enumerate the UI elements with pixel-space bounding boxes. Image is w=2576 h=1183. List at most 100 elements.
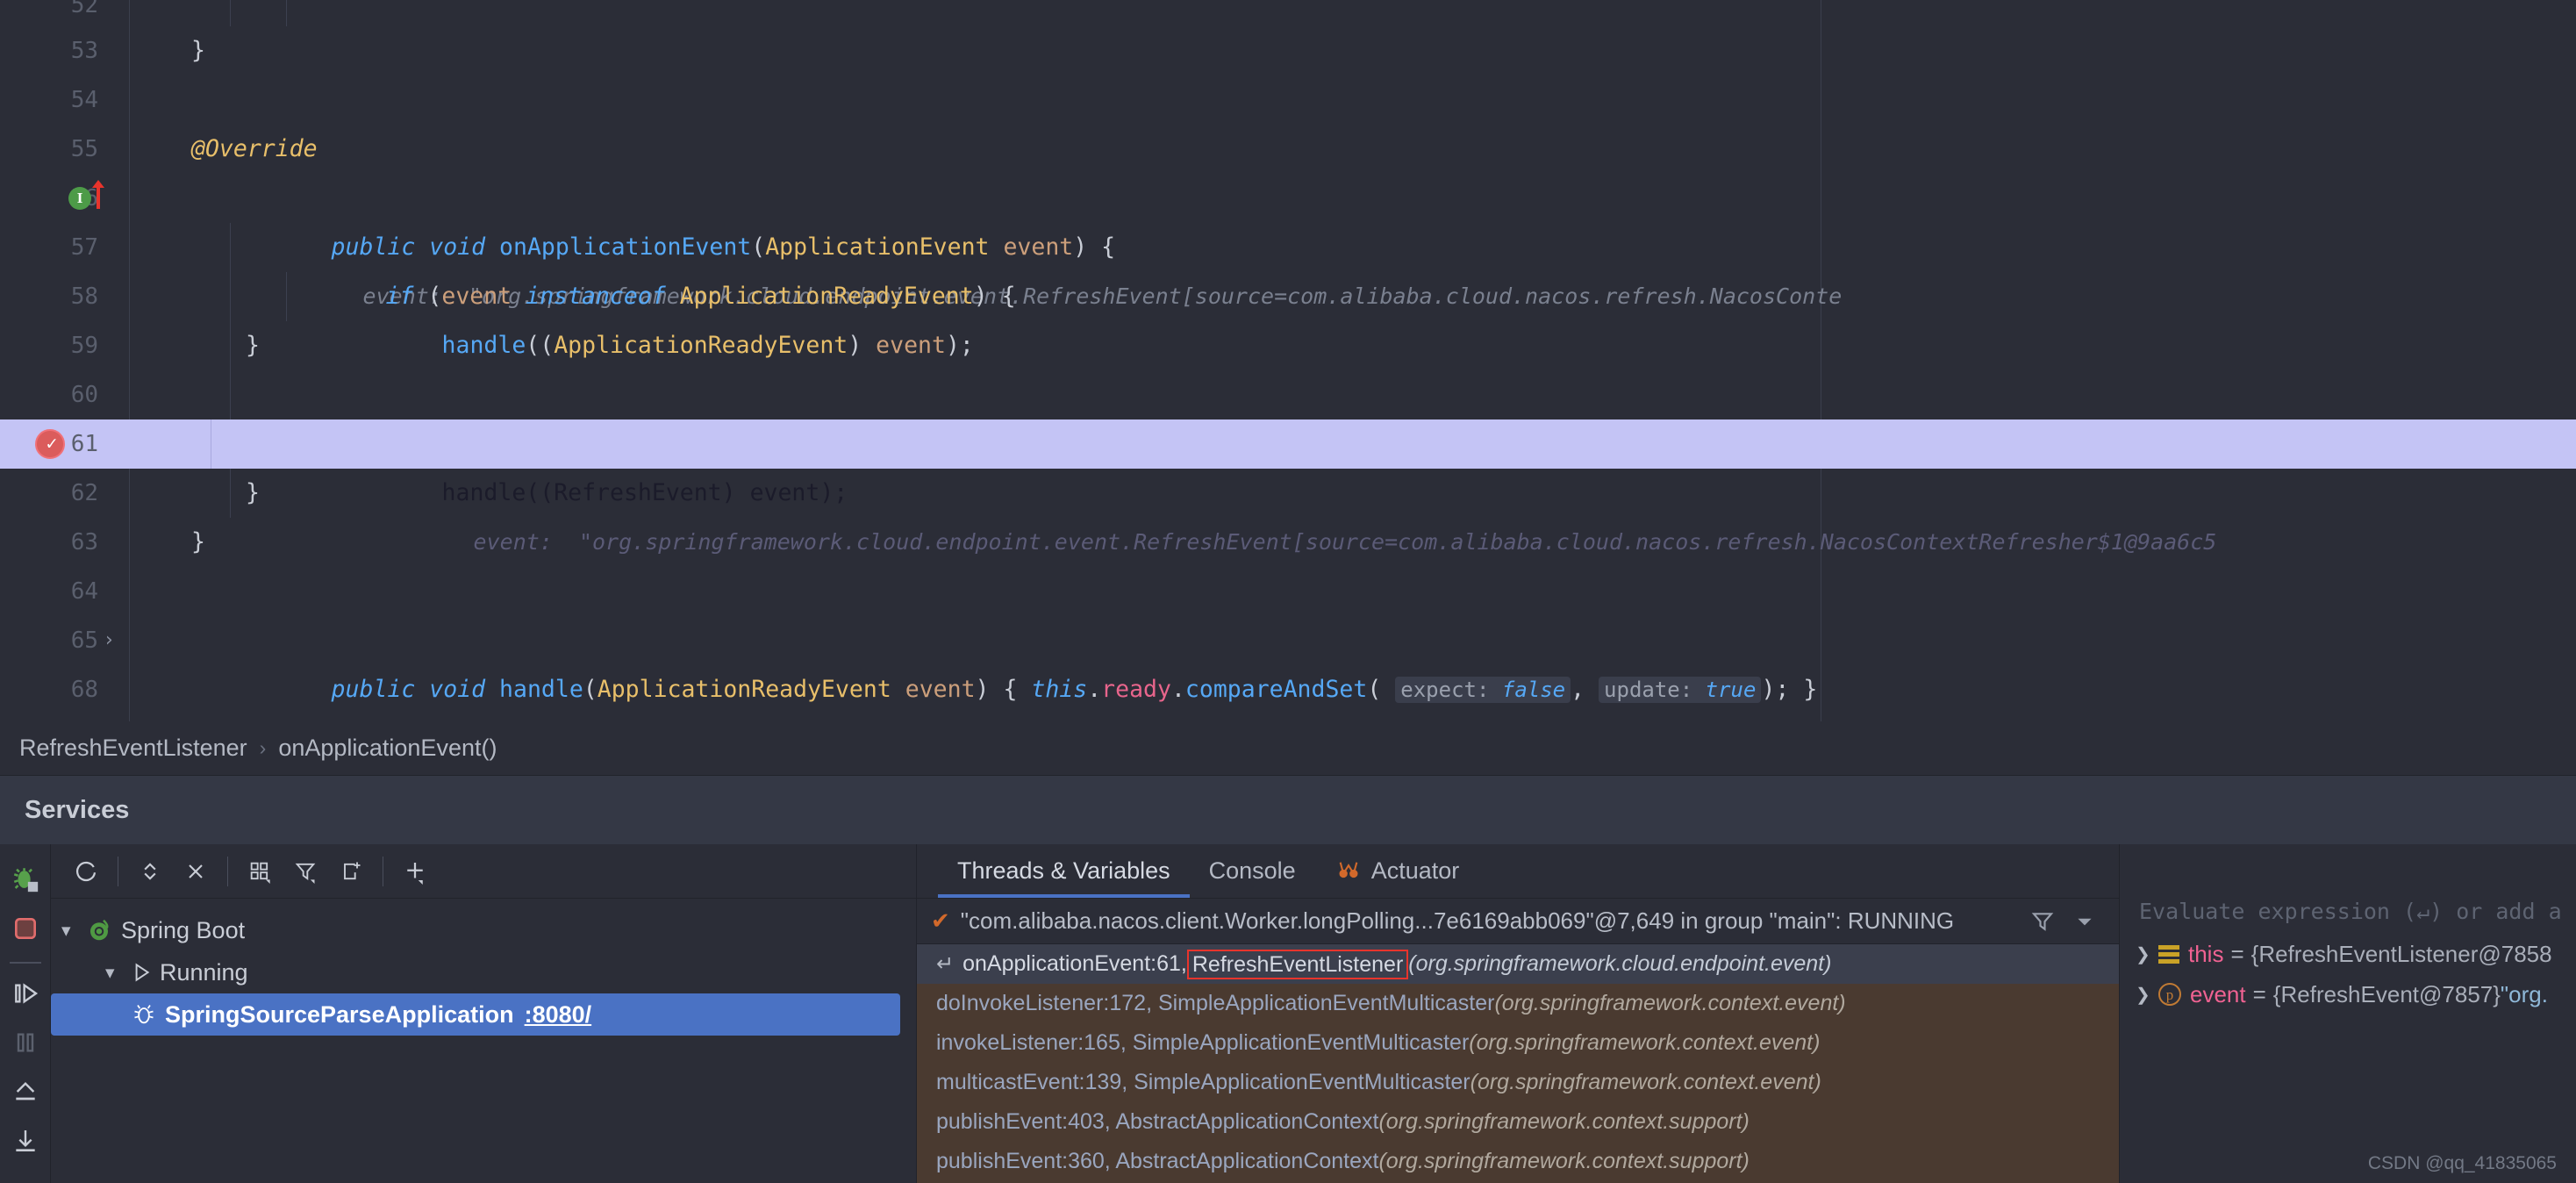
breadcrumb-class[interactable]: RefreshEventListener [19, 735, 247, 762]
line-number: 68 [70, 677, 98, 703]
call-stack-frames-list[interactable]: ↵ onApplicationEvent:61, RefreshEventLis… [917, 944, 2119, 1183]
step-out-icon[interactable] [4, 1069, 47, 1115]
rail-divider [9, 962, 41, 964]
code-line-62[interactable]: 62 } [0, 469, 2576, 518]
add-icon[interactable] [392, 850, 438, 893]
thread-selector-value: "com.alibaba.nacos.client.Worker.longPol… [960, 907, 1955, 934]
variable-row-this[interactable]: ❯ this = {RefreshEventListener@7858 [2120, 934, 2576, 974]
debug-toolbar-rail[interactable] [0, 844, 51, 1183]
code-line-64[interactable]: 64 [0, 567, 2576, 616]
code-line-53[interactable]: 53 } [0, 26, 2576, 75]
frame-package: (org.springframework.context.support) [1378, 1109, 1750, 1134]
tab-actuator[interactable]: Actuator [1315, 843, 1479, 898]
variable-equals: = [2252, 980, 2266, 1007]
code-lines: 52 || RefreshEvent.class.isAssignableFro… [0, 0, 2576, 714]
frame-package: (org.springframework.context.event) [1470, 1070, 1821, 1094]
expand-collapse-icon[interactable] [127, 850, 173, 893]
code-line-57[interactable]: 57 if (event instanceof ApplicationReady… [0, 223, 2576, 310]
variable-string-value: "org. [2500, 980, 2548, 1007]
tree-item-spring-boot[interactable]: ▾ Spring Boot [51, 909, 916, 951]
tab-console[interactable]: Console [1190, 843, 1315, 898]
code-line-61-current[interactable]: 61 handle((RefreshEvent) event); event: … [0, 419, 2576, 555]
toolbar-divider [227, 856, 228, 886]
step-into-icon[interactable] [4, 1118, 47, 1164]
code-line-60[interactable]: 60 else if (event instanceof RefreshEven… [0, 370, 2576, 462]
fold-expand-icon[interactable]: › [105, 616, 113, 665]
pause-program-icon[interactable] [4, 1020, 47, 1065]
code-editor[interactable]: 52 || RefreshEvent.class.isAssignableFro… [0, 0, 2576, 721]
line-number: 64 [70, 578, 98, 605]
chevron-down-icon[interactable] [2073, 910, 2096, 933]
filter-icon[interactable] [283, 850, 328, 893]
breakpoint-hit-icon[interactable] [35, 428, 67, 459]
services-panel-header: Services [0, 776, 2576, 844]
frame-row-current[interactable]: ↵ onApplicationEvent:61, RefreshEventLis… [917, 944, 2119, 984]
app-port-link[interactable]: :8080/ [525, 1001, 592, 1029]
chevron-down-icon[interactable]: ▾ [61, 920, 86, 942]
frame-row[interactable]: invokeListener:165, SimpleApplicationEve… [917, 1023, 2119, 1063]
code-line-68[interactable]: 68 [0, 665, 2576, 714]
code-line-55[interactable]: 55 @Override [0, 125, 2576, 174]
line-number: 62 [70, 480, 98, 506]
frame-package: (org.springframework.context.event) [1494, 991, 1846, 1015]
code-line-54[interactable]: 54 [0, 75, 2576, 125]
frame-row[interactable]: publishEvent:403, AbstractApplicationCon… [917, 1102, 2119, 1142]
code-line-65[interactable]: 65 › public void handle(ApplicationReady… [0, 616, 2576, 703]
code-line-52[interactable]: 52 || RefreshEvent.class.isAssignableFro… [0, 0, 2576, 26]
variable-value: {RefreshEvent@7857} [2272, 980, 2501, 1007]
chevron-down-icon[interactable]: ▾ [105, 962, 130, 984]
line-number: 63 [70, 529, 98, 556]
override-arrow-icon [92, 180, 104, 209]
tab-label: Console [1208, 857, 1296, 884]
code-token: } [246, 479, 260, 506]
tree-item-springsourceparseapplication[interactable]: SpringSourceParseApplication :8080/ [51, 993, 900, 1036]
frame-row[interactable]: multicastEvent:139, SimpleApplicationEve… [917, 1063, 2119, 1102]
services-toolbar[interactable] [51, 844, 916, 899]
breadcrumb-method[interactable]: onApplicationEvent() [278, 735, 497, 762]
line-number: 55 [70, 136, 98, 162]
resume-program-icon[interactable] [4, 971, 47, 1016]
chevron-right-icon[interactable]: ❯ [2136, 943, 2158, 965]
group-icon[interactable] [237, 850, 283, 893]
field-icon [2158, 943, 2179, 964]
variable-value: {RefreshEventListener@7858 [2250, 940, 2552, 967]
services-tree[interactable]: ▾ Spring Boot ▾ Running SpringSourcePars… [51, 899, 916, 1183]
breadcrumb[interactable]: RefreshEventListener › onApplicationEven… [0, 721, 2576, 776]
frame-row[interactable]: doInvokeListener:172, SimpleApplicationE… [917, 984, 2119, 1023]
tree-item-running[interactable]: ▾ Running [51, 951, 916, 993]
chevron-right-icon[interactable]: ❯ [2136, 984, 2158, 1006]
line-number: 60 [70, 382, 98, 408]
variable-equals: = [2230, 940, 2244, 967]
code-token: } [246, 332, 260, 359]
stop-icon[interactable] [4, 906, 47, 951]
frame-package: (org.springframework.context.event) [1469, 1030, 1821, 1055]
line-number: 59 [70, 333, 98, 359]
code-line-59[interactable]: 59 } [0, 321, 2576, 370]
rerun-icon[interactable] [63, 850, 109, 893]
frame-row[interactable]: publishEvent:360, AbstractApplicationCon… [917, 1142, 2119, 1181]
new-tab-icon[interactable] [328, 850, 374, 893]
tree-item-label: SpringSourceParseApplication [165, 1000, 514, 1028]
tree-item-label: Running [160, 958, 248, 986]
thread-selector[interactable]: ✔ "com.alibaba.nacos.client.Worker.longP… [917, 899, 2119, 944]
line-number: 52 [70, 0, 98, 18]
evaluate-expression-input[interactable]: Evaluate expression (↵) or add a [2139, 888, 2576, 934]
tab-threads-and-variables[interactable]: Threads & Variables [938, 843, 1190, 898]
tree-item-label: Spring Boot [121, 916, 246, 943]
code-line-56[interactable]: 56 I public void onApplicationEvent(Appl… [0, 174, 2576, 309]
code-token: } [191, 528, 205, 556]
debug-bug-icon[interactable] [4, 857, 47, 902]
tab-label: Actuator [1370, 857, 1460, 884]
filter-icon[interactable] [2029, 908, 2056, 935]
variable-name: this [2188, 940, 2224, 967]
variable-row-event[interactable]: ❯ p event = {RefreshEvent@7857} "org. [2120, 974, 2576, 1015]
code-line-63[interactable]: 63 } [0, 518, 2576, 567]
code-line-58[interactable]: 58 handle((ApplicationReadyEvent) event)… [0, 272, 2576, 359]
run-triangle-icon [135, 963, 150, 982]
debugger-tabs[interactable]: Threads & Variables Console Actuator [917, 844, 2119, 899]
run-method-icon[interactable]: I [68, 187, 91, 210]
frame-name: doInvokeListener:172, SimpleApplicationE… [936, 991, 1495, 1015]
evaluate-placeholder: Evaluate expression (↵) or add a [2139, 898, 2562, 924]
close-icon[interactable] [173, 850, 218, 893]
threads-and-variables-panel: Threads & Variables Console Actuator ✔ "… [917, 844, 2119, 1183]
